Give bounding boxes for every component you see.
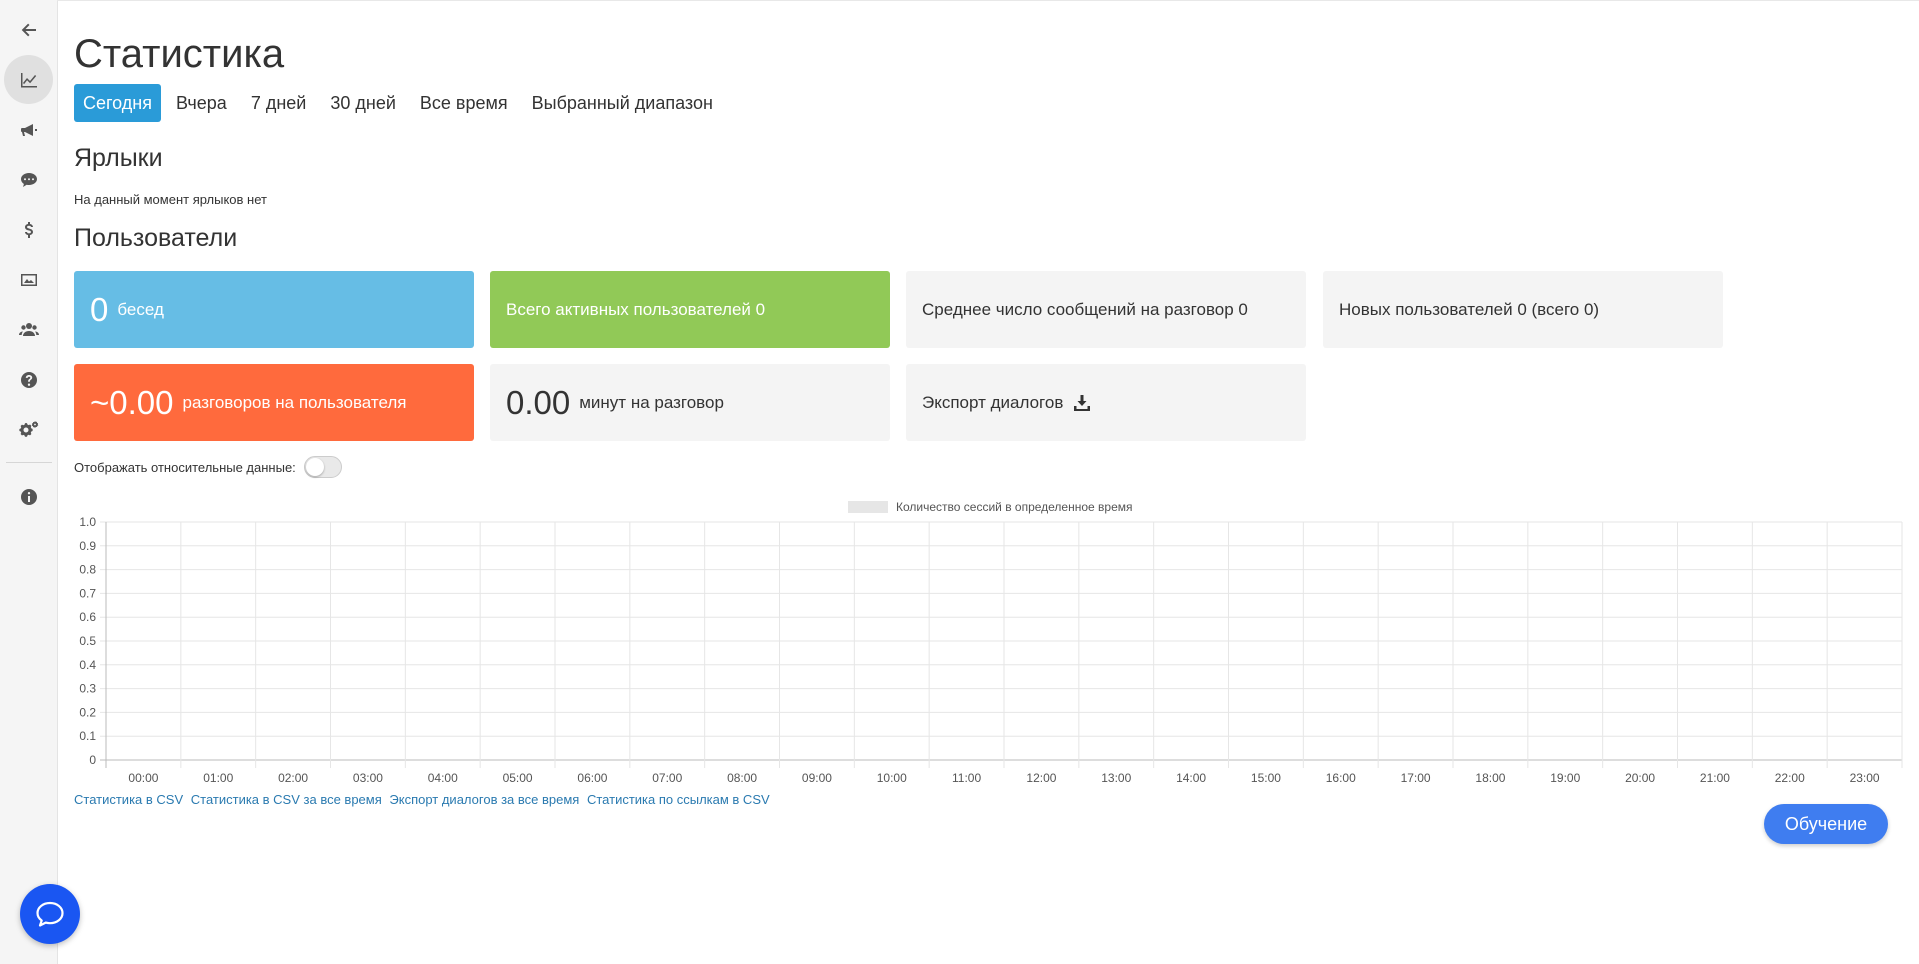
link-stats-csv[interactable]: Статистика в CSV: [74, 792, 183, 807]
tab-custom-range[interactable]: Выбранный диапазон: [523, 84, 722, 122]
x-tick-label: 06:00: [577, 771, 607, 785]
y-tick-label: 0.7: [79, 586, 96, 600]
x-tick-label: 19:00: [1550, 771, 1580, 785]
sessions-chart: Количество сессий в определенное время00…: [79, 500, 1903, 785]
x-tick-label: 20:00: [1625, 771, 1655, 785]
x-tick-label: 17:00: [1401, 771, 1431, 785]
per-user-value: ~0.00: [90, 383, 174, 421]
x-tick-label: 01:00: [203, 771, 233, 785]
settings-icon[interactable]: [4, 405, 53, 454]
relative-data-label: Отображать относительные данные:: [74, 459, 296, 475]
minutes-value: 0.00: [506, 383, 571, 421]
minutes-label: минут на разговор: [579, 392, 724, 412]
export-dialogs-label: Экспорт диалогов: [922, 392, 1064, 412]
back-arrow-icon[interactable]: [4, 5, 53, 54]
info-icon[interactable]: [4, 472, 53, 521]
tab-today[interactable]: Сегодня: [74, 84, 161, 122]
per-user-card: ~0.00 разговоров на пользователя: [74, 364, 474, 441]
per-user-label: разговоров на пользователя: [182, 392, 407, 412]
x-tick-label: 08:00: [727, 771, 757, 785]
x-tick-label: 11:00: [952, 771, 981, 785]
x-tick-label: 15:00: [1251, 771, 1281, 785]
avg-messages-label: Среднее число сообщений на разговор 0: [922, 299, 1248, 319]
x-tick-label: 13:00: [1101, 771, 1131, 785]
x-tick-label: 18:00: [1475, 771, 1505, 785]
x-tick-label: 23:00: [1850, 771, 1880, 785]
toggle-knob: [305, 458, 324, 476]
y-tick-label: 0.6: [79, 610, 96, 624]
labels-empty-note: На данный момент ярлыков нет: [74, 192, 267, 207]
y-tick-label: 0.9: [79, 539, 96, 553]
dollar-icon[interactable]: [4, 205, 53, 254]
active-users-card: Всего активных пользователей 0: [490, 271, 890, 348]
y-tick-label: 0.3: [79, 682, 96, 696]
x-tick-label: 14:00: [1176, 771, 1206, 785]
conversations-label: бесед: [117, 299, 164, 319]
x-tick-label: 03:00: [353, 771, 383, 785]
conversations-value: 0: [90, 290, 109, 328]
new-users-card: Новых пользователей 0 (всего 0): [1323, 271, 1723, 348]
y-tick-label: 0.8: [79, 563, 96, 577]
help-icon[interactable]: [4, 355, 53, 404]
x-tick-label: 10:00: [877, 771, 907, 785]
x-tick-label: 12:00: [1026, 771, 1056, 785]
chat-bubble-icon: [36, 901, 64, 927]
y-tick-label: 0: [89, 753, 96, 767]
tab-30-days[interactable]: 30 дней: [321, 84, 405, 122]
link-link-stats-csv[interactable]: Статистика по ссылкам в CSV: [587, 792, 770, 807]
export-dialogs-card[interactable]: Экспорт диалогов: [906, 364, 1306, 441]
avg-messages-card: Среднее число сообщений на разговор 0: [906, 271, 1306, 348]
top-border: [57, 0, 1919, 1]
tab-yesterday[interactable]: Вчера: [167, 84, 236, 122]
footer-links: Статистика в CSV Статистика в CSV за все…: [74, 792, 774, 807]
sidebar: [0, 0, 58, 964]
period-tabs: Сегодня Вчера 7 дней 30 дней Все время В…: [74, 84, 728, 122]
line-chart-icon[interactable]: [4, 55, 53, 104]
x-tick-label: 07:00: [652, 771, 682, 785]
megaphone-icon[interactable]: [4, 105, 53, 154]
minutes-card: 0.00 минут на разговор: [490, 364, 890, 441]
legend-label: Количество сессий в определенное время: [896, 500, 1133, 514]
link-export-dialogs-all-time[interactable]: Экспорт диалогов за все время: [389, 792, 579, 807]
x-tick-label: 21:00: [1700, 771, 1730, 785]
chat-widget-button[interactable]: [20, 884, 80, 944]
y-tick-label: 0.1: [79, 729, 96, 743]
tab-all-time[interactable]: Все время: [411, 84, 517, 122]
y-tick-label: 0.4: [79, 658, 96, 672]
y-tick-label: 0.5: [79, 634, 96, 648]
x-tick-label: 16:00: [1326, 771, 1356, 785]
y-tick-label: 1.0: [79, 515, 96, 529]
x-tick-label: 05:00: [503, 771, 533, 785]
labels-heading: Ярлыки: [74, 144, 163, 172]
gallery-icon[interactable]: [4, 255, 53, 304]
chat-icon[interactable]: [4, 155, 53, 204]
x-tick-label: 09:00: [802, 771, 832, 785]
y-tick-label: 0.2: [79, 705, 96, 719]
download-icon: [1074, 394, 1091, 411]
users-heading: Пользователи: [74, 224, 238, 252]
legend-swatch: [848, 501, 888, 513]
learn-button[interactable]: Обучение: [1764, 804, 1888, 844]
link-stats-csv-all-time[interactable]: Статистика в CSV за все время: [191, 792, 382, 807]
tab-7-days[interactable]: 7 дней: [242, 84, 316, 122]
page-title: Статистика: [74, 32, 285, 76]
x-tick-label: 00:00: [128, 771, 158, 785]
active-users-label: Всего активных пользователей 0: [506, 299, 766, 319]
sidebar-divider: [6, 462, 52, 463]
x-tick-label: 04:00: [428, 771, 458, 785]
new-users-label: Новых пользователей 0 (всего 0): [1339, 299, 1600, 319]
relative-data-row: Отображать относительные данные:: [74, 456, 342, 478]
users-icon[interactable]: [4, 305, 53, 354]
conversations-card: 0 бесед: [74, 271, 474, 348]
x-tick-label: 02:00: [278, 771, 308, 785]
x-tick-label: 22:00: [1775, 771, 1805, 785]
relative-data-toggle[interactable]: [303, 456, 342, 478]
